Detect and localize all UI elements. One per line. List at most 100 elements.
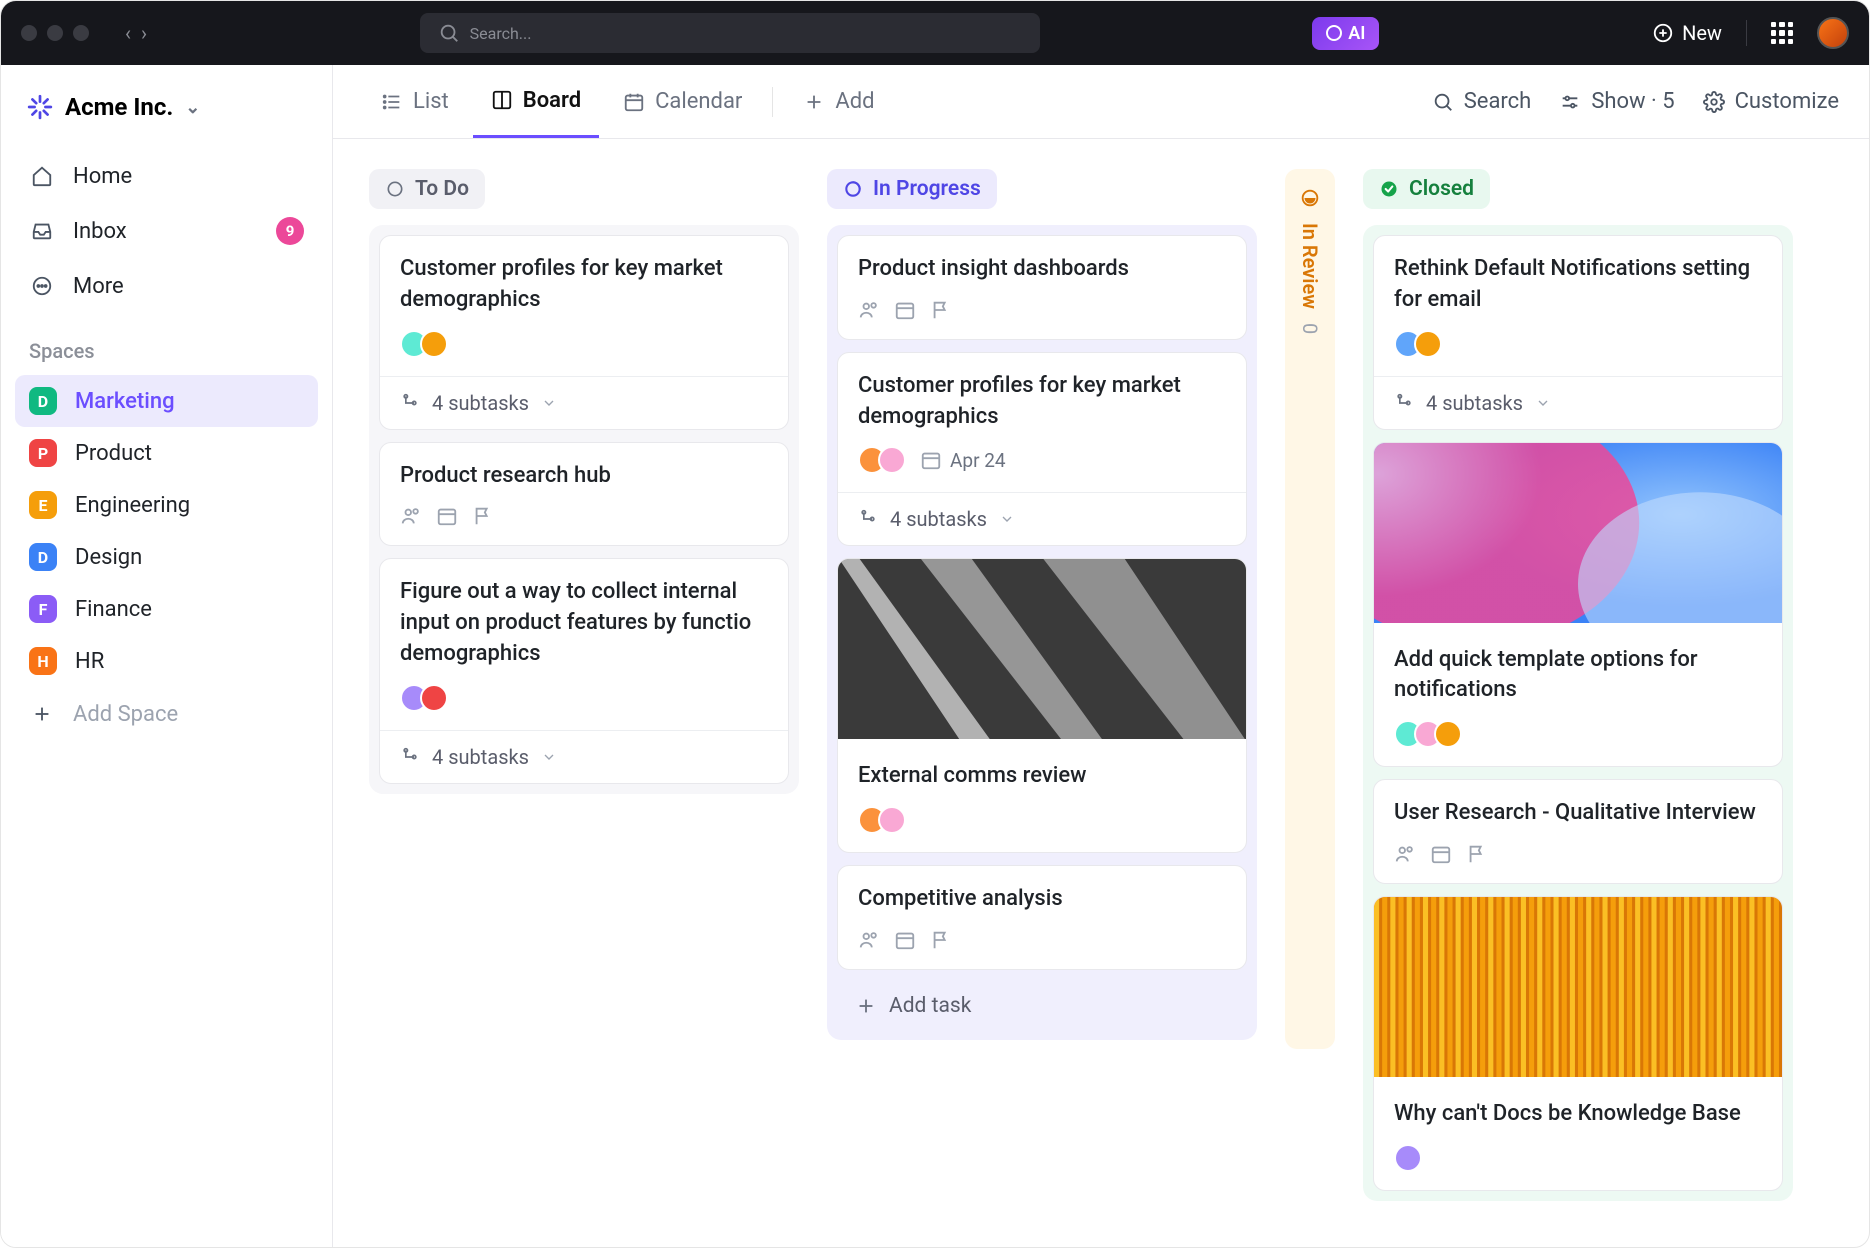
assignee-avatars[interactable] — [1394, 720, 1462, 748]
review-icon — [1299, 187, 1321, 209]
inbox-icon — [29, 218, 55, 244]
card-subtasks[interactable]: 4 subtasks — [380, 730, 788, 783]
avatar — [1414, 330, 1442, 358]
card-title: Product research hub — [400, 461, 768, 492]
space-item-engineering[interactable]: EEngineering — [15, 479, 318, 531]
board-icon — [491, 89, 513, 111]
card-subtasks[interactable]: 4 subtasks — [380, 376, 788, 429]
assignee-avatars[interactable] — [400, 330, 448, 358]
space-label: Engineering — [75, 493, 190, 518]
back-button[interactable]: ‹ — [125, 21, 131, 45]
chevron-down-icon — [999, 511, 1015, 527]
view-list[interactable]: List — [363, 65, 467, 138]
min-window[interactable] — [47, 25, 63, 41]
space-item-marketing[interactable]: DMarketing — [15, 375, 318, 427]
assignee-avatars[interactable] — [1394, 330, 1442, 358]
ai-button[interactable]: AI — [1312, 17, 1379, 50]
chevron-down-icon: ⌄ — [185, 97, 200, 118]
task-card[interactable]: Product research hub — [379, 442, 789, 547]
date-icon — [436, 505, 458, 527]
user-avatar[interactable] — [1817, 17, 1849, 49]
task-card[interactable]: Why can't Docs be Knowledge Base — [1373, 896, 1783, 1191]
nav-home[interactable]: Home — [15, 149, 318, 203]
toolbar-show[interactable]: Show · 5 — [1559, 89, 1674, 114]
task-card[interactable]: Competitive analysis — [837, 865, 1247, 970]
close-window[interactable] — [21, 25, 37, 41]
plus-circle-icon — [1652, 22, 1674, 44]
inbox-badge: 9 — [276, 217, 304, 245]
task-card[interactable]: Figure out a way to collect internal inp… — [379, 558, 789, 783]
flag-icon — [930, 299, 952, 321]
plus-icon — [855, 995, 877, 1017]
add-view[interactable]: Add — [785, 65, 892, 138]
space-item-design[interactable]: D Design — [15, 531, 318, 583]
assignee-icon — [400, 505, 422, 527]
toolbar-search[interactable]: Search — [1432, 89, 1532, 114]
nav-inbox[interactable]: Inbox 9 — [15, 203, 318, 259]
assignee-avatars[interactable] — [1394, 1144, 1422, 1172]
task-card[interactable]: Customer profiles for key market demogra… — [379, 235, 789, 430]
add-task-button[interactable]: Add task — [837, 982, 1247, 1030]
home-icon — [29, 163, 55, 189]
task-card[interactable]: User Research - Qualitative Interview — [1373, 779, 1783, 884]
card-image — [1374, 443, 1782, 623]
column-header-todo[interactable]: To Do — [369, 169, 485, 209]
avatar — [420, 684, 448, 712]
space-item-finance[interactable]: FFinance — [15, 583, 318, 635]
avatar — [420, 330, 448, 358]
column-progress: In Progress Product insight dashboards Cu… — [827, 169, 1257, 1040]
flag-icon — [930, 929, 952, 951]
global-search[interactable]: Search... — [420, 13, 1040, 53]
card-subtasks[interactable]: 4 subtasks — [1374, 376, 1782, 429]
add-space-button[interactable]: Add Space — [15, 687, 318, 741]
date-icon — [1430, 843, 1452, 865]
card-title: Customer profiles for key market demogra… — [858, 371, 1226, 433]
toolbar-customize[interactable]: Customize — [1703, 89, 1839, 114]
workspace-logo-icon — [27, 94, 53, 120]
subtask-icon — [400, 747, 420, 767]
card-date[interactable]: Apr 24 — [920, 449, 1006, 472]
space-item-hr[interactable]: HHR — [15, 635, 318, 687]
card-subtasks[interactable]: 4 subtasks — [838, 492, 1246, 545]
assignee-avatars[interactable] — [400, 684, 448, 712]
space-badge: D — [29, 387, 57, 415]
column-review-collapsed[interactable]: In Review 0 — [1285, 169, 1335, 1049]
view-calendar[interactable]: Calendar — [605, 65, 760, 138]
task-card[interactable]: Add quick template options for notificat… — [1373, 442, 1783, 768]
forward-button[interactable]: › — [141, 21, 147, 45]
column-header-progress[interactable]: In Progress — [827, 169, 997, 209]
space-item-product[interactable]: PProduct — [15, 427, 318, 479]
task-card[interactable]: Product insight dashboards — [837, 235, 1247, 340]
flag-icon — [472, 505, 494, 527]
column-todo: To Do Customer profiles for key market d… — [369, 169, 799, 794]
max-window[interactable] — [73, 25, 89, 41]
space-badge: F — [29, 595, 57, 623]
nav-more[interactable]: More — [15, 259, 318, 313]
avatar — [1394, 1144, 1422, 1172]
task-card[interactable]: External comms review — [837, 558, 1247, 853]
space-badge: D — [29, 543, 57, 571]
gear-icon — [1703, 91, 1725, 113]
space-label: Design — [75, 545, 142, 570]
space-badge: H — [29, 647, 57, 675]
new-button[interactable]: New — [1652, 21, 1722, 45]
more-icon — [29, 273, 55, 299]
assignee-avatars[interactable] — [858, 806, 906, 834]
assignee-avatars[interactable] — [858, 446, 906, 474]
circle-icon — [385, 179, 405, 199]
card-image — [1374, 897, 1782, 1077]
topbar: ‹ › Search... AI New — [1, 1, 1869, 65]
apps-icon[interactable] — [1771, 22, 1793, 44]
column-header-closed[interactable]: Closed — [1363, 169, 1490, 209]
search-placeholder: Search... — [470, 24, 532, 43]
card-title: External comms review — [858, 761, 1226, 792]
search-icon — [1432, 91, 1454, 113]
task-card[interactable]: Rethink Default Notifications setting fo… — [1373, 235, 1783, 430]
spaces-header: Spaces — [15, 313, 318, 375]
view-board[interactable]: Board — [473, 65, 599, 138]
task-card[interactable]: Customer profiles for key market demogra… — [837, 352, 1247, 547]
card-title: Product insight dashboards — [858, 254, 1226, 285]
date-icon — [894, 929, 916, 951]
workspace-switcher[interactable]: Acme Inc. ⌄ — [15, 83, 318, 131]
card-title: Competitive analysis — [858, 884, 1226, 915]
